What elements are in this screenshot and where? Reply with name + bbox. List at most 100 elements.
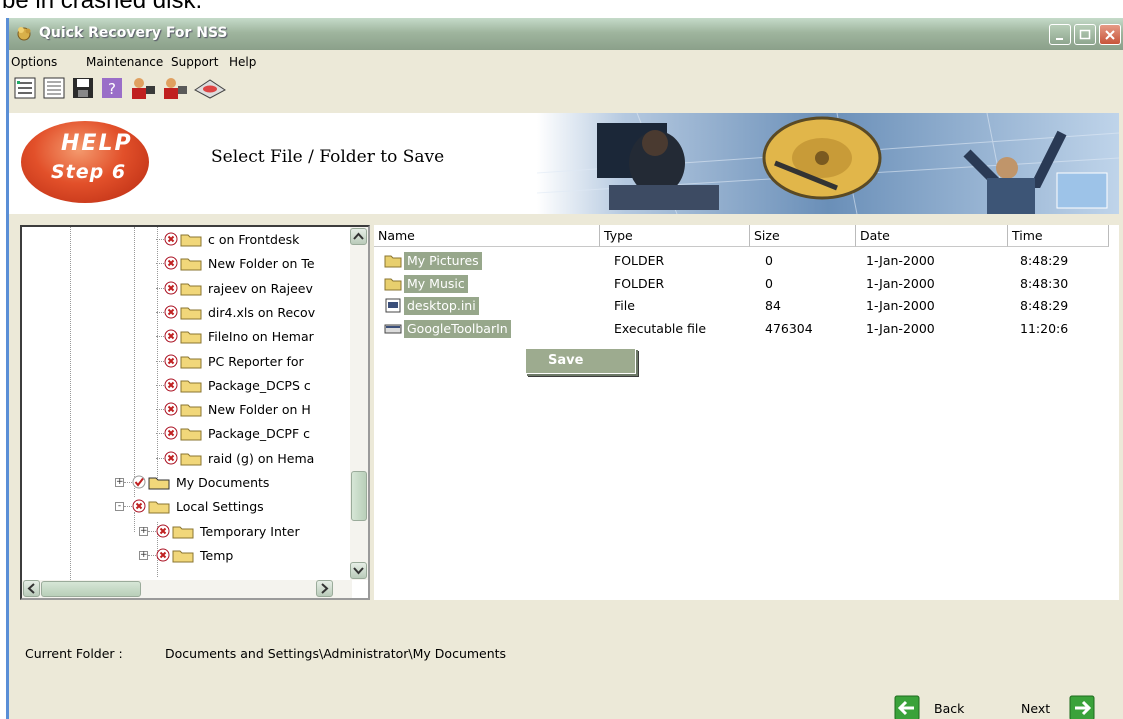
tree-item-label: PC Reporter for <box>208 353 304 369</box>
menu-support[interactable]: Support <box>171 55 218 69</box>
excluded-icon[interactable] <box>132 499 146 513</box>
scroll-right-button[interactable] <box>316 580 333 597</box>
tree-item-label: Package_DCPS c <box>208 377 311 393</box>
tree-item-label: dir4.xls on Recov <box>208 304 316 320</box>
horizontal-scroll-thumb[interactable] <box>41 581 141 597</box>
file-name: desktop.ini <box>404 297 479 315</box>
tree-item-label: raid (g) on Hema <box>208 450 315 466</box>
maximize-button[interactable] <box>1074 24 1096 45</box>
chevron-right-icon <box>321 583 329 594</box>
folder-icon <box>384 255 402 268</box>
chevron-down-icon <box>353 567 364 575</box>
folder-icon <box>180 380 202 393</box>
column-header-size[interactable]: Size <box>750 225 856 247</box>
file-list[interactable]: Name Type Size Date Time My Pictures FOLD… <box>374 225 1119 600</box>
file-type: Executable file <box>614 320 707 336</box>
excluded-icon[interactable] <box>164 378 178 392</box>
expand-icon[interactable]: + <box>139 550 148 560</box>
help-icon[interactable]: ? <box>100 76 124 100</box>
back-button[interactable]: Back <box>894 695 974 719</box>
expand-icon[interactable]: + <box>139 526 148 536</box>
user-person-icon[interactable] <box>161 76 189 100</box>
tree-guide-line <box>134 512 135 532</box>
file-time: 8:48:30 <box>1020 275 1069 291</box>
support-person-icon[interactable] <box>129 76 157 100</box>
file-date: 1-Jan-2000 <box>866 298 935 313</box>
scroll-down-button[interactable] <box>350 562 367 579</box>
excluded-icon[interactable] <box>164 232 178 246</box>
folder-icon <box>172 550 194 563</box>
table-row[interactable]: My Music <box>382 274 602 293</box>
menu-maintenance[interactable]: Maintenance <box>86 55 163 69</box>
tree-guide-line <box>134 227 135 497</box>
scroll-left-button[interactable] <box>23 580 40 597</box>
folder-tree[interactable]: c on Frontdesk New Folder on Te rajeev on … <box>20 225 370 600</box>
excluded-icon[interactable] <box>164 329 178 343</box>
exe-icon <box>384 324 402 333</box>
column-header-name[interactable]: Name <box>374 225 600 247</box>
current-folder-label: Current Folder : <box>25 646 123 661</box>
scroll-up-button[interactable] <box>350 228 367 245</box>
folder-icon <box>148 501 170 514</box>
table-row[interactable]: GoogleToolbarIn <box>382 319 602 338</box>
svg-text:?: ? <box>108 80 116 98</box>
tree-connector <box>124 506 132 508</box>
app-window: Quick Recovery For NSS Options Maintenan… <box>6 18 1123 719</box>
file-name: My Music <box>404 274 468 293</box>
file-date: 1-Jan-2000 <box>866 275 935 291</box>
tree-connector <box>148 554 156 556</box>
vertical-scroll-thumb[interactable] <box>351 471 367 521</box>
details-view-icon[interactable] <box>42 76 66 100</box>
tree-item-label: Temporary Inter <box>200 523 300 539</box>
tree-connector <box>156 263 164 265</box>
folder-icon <box>148 477 170 490</box>
title-bar[interactable]: Quick Recovery For NSS <box>9 18 1123 50</box>
tree-item-label: rajeev on Rajeev <box>208 280 313 296</box>
file-name: GoogleToolbarIn <box>404 319 511 338</box>
column-header-type[interactable]: Type <box>600 225 750 247</box>
excluded-icon[interactable] <box>164 354 178 368</box>
next-button[interactable]: Next <box>1021 695 1111 719</box>
excluded-icon[interactable] <box>164 281 178 295</box>
save-icon[interactable] <box>71 76 95 100</box>
column-header-time[interactable]: Time <box>1008 225 1109 247</box>
help-step: Step 6 <box>51 161 127 183</box>
file-size: 0 <box>765 253 773 268</box>
context-save-item[interactable]: Save <box>548 353 583 368</box>
file-type: FOLDER <box>614 275 665 291</box>
tree-item-label: New Folder on Te <box>208 256 315 272</box>
excluded-icon[interactable] <box>164 402 178 416</box>
close-button[interactable] <box>1099 24 1121 45</box>
table-row[interactable]: desktop.ini <box>382 297 602 315</box>
app-logo-icon <box>17 27 31 41</box>
minimize-button[interactable] <box>1049 24 1071 45</box>
collapse-icon[interactable]: - <box>115 502 124 512</box>
tree-vertical-scrollbar[interactable] <box>350 227 368 580</box>
excluded-icon[interactable] <box>164 256 178 270</box>
checked-icon[interactable] <box>132 475 146 489</box>
folder-icon <box>172 526 194 539</box>
maximize-icon <box>1079 29 1091 40</box>
chevron-up-icon <box>353 232 364 240</box>
arrow-right-icon <box>1069 695 1095 719</box>
folder-icon <box>180 283 202 296</box>
menu-help[interactable]: Help <box>229 55 256 69</box>
tree-horizontal-scrollbar[interactable] <box>22 580 352 598</box>
window-title: Quick Recovery For NSS <box>39 25 228 41</box>
file-size: 476304 <box>765 320 813 336</box>
table-row[interactable]: My Pictures <box>382 252 602 270</box>
tree-item-label: Temp <box>200 547 234 563</box>
excluded-icon[interactable] <box>156 524 170 538</box>
excluded-icon[interactable] <box>164 426 178 440</box>
column-header-date[interactable]: Date <box>856 225 1008 247</box>
excluded-icon[interactable] <box>156 548 170 562</box>
menu-options[interactable]: Options <box>11 55 57 69</box>
expand-icon[interactable]: + <box>115 478 124 487</box>
excluded-icon[interactable] <box>164 451 178 465</box>
tree-guide-line <box>157 227 158 482</box>
excluded-icon[interactable] <box>164 305 178 319</box>
disk-icon[interactable] <box>193 76 227 100</box>
tree-item-label: Local Settings <box>176 499 264 515</box>
list-view-icon[interactable] <box>13 76 37 100</box>
step-banner: HELP Step 6 Select File / Folder to Save <box>9 113 1119 214</box>
